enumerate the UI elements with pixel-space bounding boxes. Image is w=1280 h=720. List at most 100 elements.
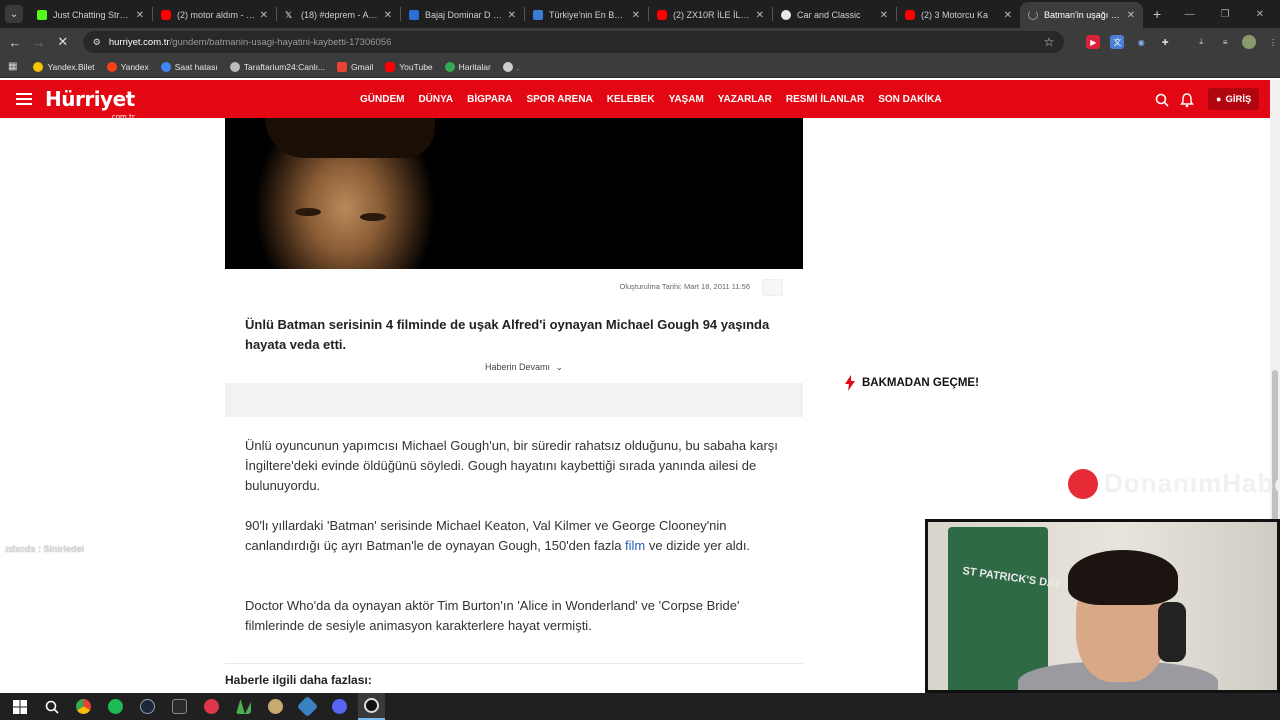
nav-link-resmi-ilanlar[interactable]: RESMİ İLANLAR <box>786 94 864 105</box>
browser-tab[interactable]: 𝕏 (18) #deprem - Aram ✕ <box>277 2 400 28</box>
bookmark-item[interactable]: Gmail <box>337 61 374 72</box>
tab-close-icon[interactable]: ✕ <box>756 10 764 21</box>
back-icon[interactable]: ← <box>3 35 27 50</box>
tab-close-icon[interactable]: ✕ <box>880 10 888 21</box>
browser-tab[interactable]: Car and Classic ✕ <box>773 2 896 28</box>
bookmark-item[interactable]: Yandex.Bilet <box>33 61 95 72</box>
site-logo[interactable]: Hürriyet com.tr <box>45 89 135 121</box>
tab-close-icon[interactable]: ✕ <box>384 10 392 21</box>
tab-close-icon[interactable]: ✕ <box>1127 10 1135 21</box>
bookmark-item[interactable]: Taraftarium24:Canlı... <box>229 61 325 72</box>
reading-list-icon[interactable]: ≡ <box>1218 35 1232 49</box>
nav-link-yazarlar[interactable]: YAZARLAR <box>718 94 772 105</box>
browser-tab[interactable]: (2) 3 Motorcu Ka ✕ <box>897 2 1020 28</box>
tab-close-icon[interactable]: ✕ <box>632 10 640 21</box>
profile-avatar[interactable] <box>1242 35 1257 49</box>
steam-icon[interactable] <box>134 693 161 720</box>
minimize-icon[interactable]: — <box>1185 9 1195 20</box>
tab-close-icon[interactable]: ✕ <box>136 10 144 21</box>
paragraph-text: ve dizide yer aldı. <box>645 538 751 553</box>
browser-tab[interactable]: Türkiye'nin En Büyük ✕ <box>525 2 648 28</box>
bookmark-favicon <box>106 61 117 72</box>
translate-icon[interactable]: 文 <box>1110 35 1125 49</box>
read-more-link[interactable]: Haberin Devamı ⌄ <box>485 362 563 373</box>
browser-tab[interactable]: Bajaj Dominar D 400 ✕ <box>401 2 524 28</box>
scrollbar-thumb[interactable] <box>1272 370 1278 530</box>
tab-title: Just Chatting Stream <box>53 10 132 20</box>
tab-close-icon[interactable]: ✕ <box>1004 10 1012 21</box>
restore-icon[interactable]: ❐ <box>1221 9 1230 20</box>
login-label: GİRİŞ <box>1225 93 1252 105</box>
extension-icon[interactable]: ▶ <box>1086 35 1101 49</box>
new-tab-button[interactable]: + <box>1153 6 1161 22</box>
bookmark-label: Yandex <box>120 61 149 72</box>
forward-icon[interactable]: → <box>27 35 51 50</box>
tab-search-button[interactable]: ⌄ <box>5 5 23 23</box>
bookmark-item[interactable]: Yandex <box>106 61 149 72</box>
taskbar-search-icon[interactable] <box>38 693 65 720</box>
tab-close-icon[interactable]: ✕ <box>508 10 516 21</box>
download-icon[interactable]: ⤓ <box>1194 35 1208 49</box>
app-icon-green[interactable] <box>230 693 257 720</box>
browser-tab[interactable]: Just Chatting Stream ✕ <box>29 2 152 28</box>
article-photo <box>225 118 803 269</box>
bookmark-label: YouTube <box>399 61 433 72</box>
chrome-icon[interactable] <box>70 693 97 720</box>
stream-watermark: DonanımHaber <box>1068 468 1280 499</box>
lightning-icon <box>845 375 855 391</box>
apps-grid-icon[interactable]: ▦ <box>8 61 17 72</box>
epic-games-icon[interactable] <box>166 693 193 720</box>
related-news-title: Haberle ilgili daha fazlası: <box>225 673 372 687</box>
nav-link-dunya[interactable]: DÜNYA <box>418 94 453 105</box>
share-button[interactable] <box>762 279 783 296</box>
browser-tab[interactable]: (2) motor aldım - You ✕ <box>153 2 276 28</box>
watermark-logo <box>1068 468 1098 499</box>
nav-link-son-dakika[interactable]: SON DAKİKA <box>878 94 941 105</box>
start-button[interactable] <box>6 693 33 720</box>
bookmark-item[interactable]: YouTube <box>385 61 433 72</box>
webcam-wall-banner <box>948 527 1048 690</box>
bookmark-favicon <box>502 61 513 72</box>
app-icon-blue[interactable] <box>294 693 321 720</box>
league-icon[interactable] <box>262 693 289 720</box>
audio-icon[interactable]: ◉ <box>1134 35 1148 49</box>
nav-link-bigpara[interactable]: BİGPARA <box>467 94 512 105</box>
bookmark-item[interactable]: . <box>502 61 520 72</box>
obs-icon[interactable] <box>358 693 385 720</box>
browser-tab[interactable]: (2) ZX10R İLE İLK KE ✕ <box>649 2 772 28</box>
notification-bell-icon[interactable] <box>1180 92 1194 108</box>
extensions-puzzle-icon[interactable]: ✚ <box>1158 35 1172 49</box>
ad-placeholder <box>225 383 803 417</box>
bookmark-item[interactable]: Saat hatası <box>160 61 218 72</box>
bookmark-label: . <box>516 61 520 72</box>
menu-hamburger-icon[interactable] <box>16 90 32 108</box>
nav-link-kelebek[interactable]: KELEBEK <box>607 94 655 105</box>
spotify-icon[interactable] <box>102 693 129 720</box>
nav-link-gundem[interactable]: GÜNDEM <box>360 94 404 105</box>
film-link[interactable]: film <box>625 538 645 553</box>
bookmark-label: Gmail <box>351 61 374 72</box>
search-icon[interactable] <box>1155 93 1169 107</box>
photo-detail <box>360 213 386 221</box>
close-window-icon[interactable]: ✕ <box>1256 9 1264 20</box>
login-button[interactable]: ● GİRİŞ <box>1208 88 1260 110</box>
tab-strip: ⌄ Just Chatting Stream ✕ (2) motor aldım … <box>0 0 1280 28</box>
browser-tab-active[interactable]: Batman'in uşağı haya ✕ <box>1020 2 1143 28</box>
window-controls: — ❐ ✕ <box>1185 9 1280 28</box>
tab-favicon <box>781 10 791 20</box>
site-info-icon[interactable]: ⚙ <box>93 37 101 48</box>
bookmark-item[interactable]: Haritalar <box>444 61 491 72</box>
dont-miss-heading: BAKMADAN GEÇME! <box>845 375 979 391</box>
bookmark-star-icon[interactable]: ☆ <box>1044 35 1055 49</box>
nav-link-yasam[interactable]: YAŞAM <box>669 94 704 105</box>
bookmark-label: Yandex.Bilet <box>47 61 95 72</box>
discord-icon[interactable] <box>326 693 353 720</box>
nav-link-spor-arena[interactable]: SPOR ARENA <box>526 94 592 105</box>
tab-title: Batman'in uşağı haya <box>1044 10 1123 20</box>
browser-menu-icon[interactable]: ⋮ <box>1266 35 1280 49</box>
address-bar[interactable]: ⚙ hurriyet.com.tr/gundem/batmanin-usagi-… <box>82 31 1065 53</box>
tab-close-icon[interactable]: ✕ <box>260 10 268 21</box>
main-nav: GÜNDEM DÜNYA BİGPARA SPOR ARENA KELEBEK … <box>360 80 942 118</box>
stop-loading-icon[interactable]: ✕ <box>51 34 75 50</box>
app-icon-red[interactable] <box>198 693 225 720</box>
